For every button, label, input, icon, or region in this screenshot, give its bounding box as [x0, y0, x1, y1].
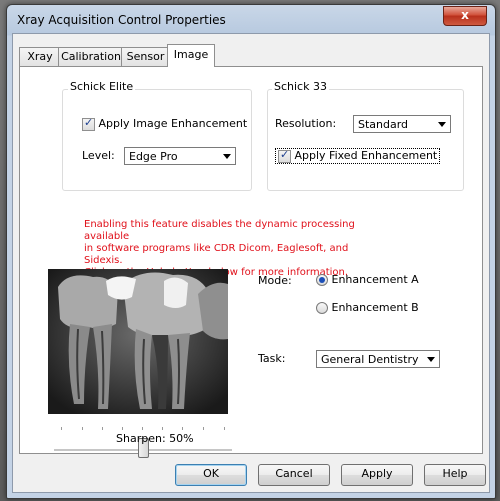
tab-calibration[interactable]: Calibration: [58, 47, 124, 66]
tab-image[interactable]: Image: [167, 44, 215, 67]
enhancement-b-label: Enhancement B: [331, 301, 419, 314]
close-icon: x: [461, 8, 469, 22]
chevron-down-icon: [427, 357, 435, 362]
checkmark-icon: ✓: [84, 115, 94, 129]
chevron-down-icon: [223, 154, 231, 159]
image-tab-panel: Schick Elite ✓ Apply Image Enhancement L…: [19, 66, 483, 458]
ok-button[interactable]: OK: [175, 464, 247, 486]
window-title: Xray Acquisition Control Properties: [17, 13, 226, 27]
task-label: Task:: [258, 352, 286, 365]
level-label: Level:: [82, 149, 115, 162]
sharpen-label: Sharpen: 50%: [116, 432, 194, 445]
properties-dialog: Xray Acquisition Control Properties x Xr…: [6, 4, 496, 499]
enhancement-a-radio[interactable]: [316, 274, 328, 286]
slider-tick: [162, 427, 163, 430]
slider-tick: [224, 427, 225, 430]
slider-tick: [61, 427, 62, 430]
slider-tick: [142, 427, 143, 430]
radio-selected-dot: [319, 277, 325, 283]
level-select[interactable]: Edge Pro: [124, 147, 236, 165]
resolution-value: Standard: [358, 118, 409, 131]
schick-33-group: [267, 89, 464, 191]
schick-elite-group: [62, 89, 252, 191]
mode-option-enhancement-b[interactable]: Enhancement B: [316, 301, 419, 314]
title-bar[interactable]: Xray Acquisition Control Properties x: [7, 5, 495, 33]
resolution-select[interactable]: Standard: [353, 115, 451, 133]
slider-tick: [203, 427, 204, 430]
warning-line-2: in software programs like CDR Dicom, Eag…: [84, 243, 349, 266]
mode-option-enhancement-a[interactable]: Enhancement A: [316, 273, 419, 286]
apply-image-enhancement-label: Apply Image Enhancement: [98, 117, 248, 130]
apply-button[interactable]: Apply: [341, 464, 413, 486]
schick-33-label: Schick 33: [272, 80, 329, 93]
xray-preview-image: [48, 269, 228, 414]
slider-tick: [122, 427, 123, 430]
help-button[interactable]: Help: [424, 464, 486, 486]
apply-fixed-enhancement-label: Apply Fixed Enhancement: [294, 149, 438, 162]
close-button[interactable]: x: [443, 6, 487, 26]
apply-fixed-enhancement-checkbox[interactable]: ✓: [278, 147, 291, 163]
schick-elite-label: Schick Elite: [68, 80, 136, 93]
cancel-button[interactable]: Cancel: [258, 464, 330, 486]
level-value: Edge Pro: [129, 150, 178, 163]
slider-tick: [82, 427, 83, 430]
apply-image-enhancement-checkbox[interactable]: ✓: [82, 115, 95, 131]
dialog-client-area: Xray Calibration Sensor Image Schick Eli…: [12, 33, 490, 493]
task-select[interactable]: General Dentistry: [316, 350, 440, 368]
checkmark-icon: ✓: [280, 147, 290, 161]
apply-image-enhancement-row[interactable]: ✓ Apply Image Enhancement: [82, 115, 248, 131]
chevron-down-icon: [438, 122, 446, 127]
dental-xray-graphic: [48, 269, 228, 414]
warning-line-1: Enabling this feature disables the dynam…: [84, 219, 355, 242]
tab-sensor[interactable]: Sensor: [121, 47, 170, 66]
task-value: General Dentistry: [321, 353, 419, 366]
slider-tick: [102, 427, 103, 430]
resolution-label: Resolution:: [275, 117, 337, 130]
mode-label: Mode:: [258, 274, 292, 287]
apply-fixed-enhancement-row[interactable]: ✓ Apply Fixed Enhancement: [275, 147, 441, 164]
enhancement-b-radio[interactable]: [316, 302, 328, 314]
enhancement-a-label: Enhancement A: [331, 273, 419, 286]
slider-tick: [182, 427, 183, 430]
tab-xray[interactable]: Xray: [19, 47, 61, 66]
